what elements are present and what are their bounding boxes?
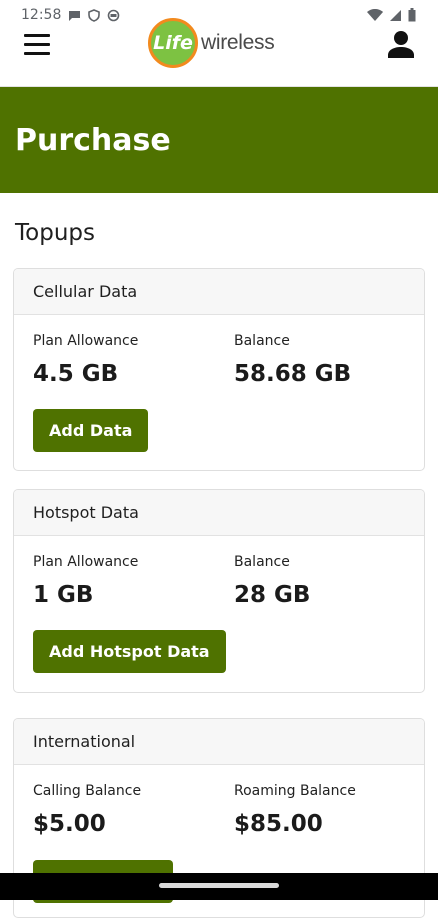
life-wireless-logo[interactable]: Life wireless <box>148 18 275 68</box>
wifi-icon <box>367 8 383 21</box>
plan-allowance-value: 1 GB <box>33 582 94 608</box>
shield-icon <box>88 8 101 22</box>
profile-icon[interactable] <box>388 30 414 58</box>
plan-allowance-label: Plan Allowance <box>33 333 139 349</box>
plan-allowance-label: Plan Allowance <box>33 554 139 570</box>
battery-icon <box>408 8 416 22</box>
add-data-button[interactable]: Add Data <box>33 409 149 452</box>
cellular-data-card: Cellular Data Plan Allowance Balance 4.5… <box>13 268 425 471</box>
home-gesture-handle[interactable] <box>159 883 279 888</box>
calling-balance-value: $5.00 <box>33 811 106 837</box>
signal-icon <box>390 9 401 21</box>
balance-label: Balance <box>234 554 290 570</box>
status-time: 12:58 <box>21 7 62 23</box>
page-header-banner: Purchase <box>0 87 438 193</box>
system-navigation-bar <box>0 873 438 900</box>
roaming-balance-value: $85.00 <box>234 811 323 837</box>
card-header: Hotspot Data <box>14 490 424 536</box>
section-title-topups: Topups <box>15 220 95 246</box>
plan-allowance-value: 4.5 GB <box>33 361 119 387</box>
balance-label: Balance <box>234 333 290 349</box>
page-title: Purchase <box>15 122 171 158</box>
balance-value: 28 GB <box>234 582 311 608</box>
menu-icon[interactable] <box>24 34 50 60</box>
balance-value: 58.68 GB <box>234 361 352 387</box>
logo-mark: Life <box>148 18 198 68</box>
add-hotspot-data-button[interactable]: Add Hotspot Data <box>33 630 226 673</box>
hotspot-data-card: Hotspot Data Plan Allowance Balance 1 GB… <box>13 489 425 693</box>
card-header: Cellular Data <box>14 269 424 315</box>
roaming-balance-label: Roaming Balance <box>234 783 356 799</box>
app-bar: Life wireless <box>0 18 438 87</box>
calling-balance-label: Calling Balance <box>33 783 142 799</box>
logo-wordmark: wireless <box>201 31 275 54</box>
chat-icon <box>69 10 81 21</box>
ring-icon <box>108 9 120 21</box>
card-header: International <box>14 719 424 765</box>
